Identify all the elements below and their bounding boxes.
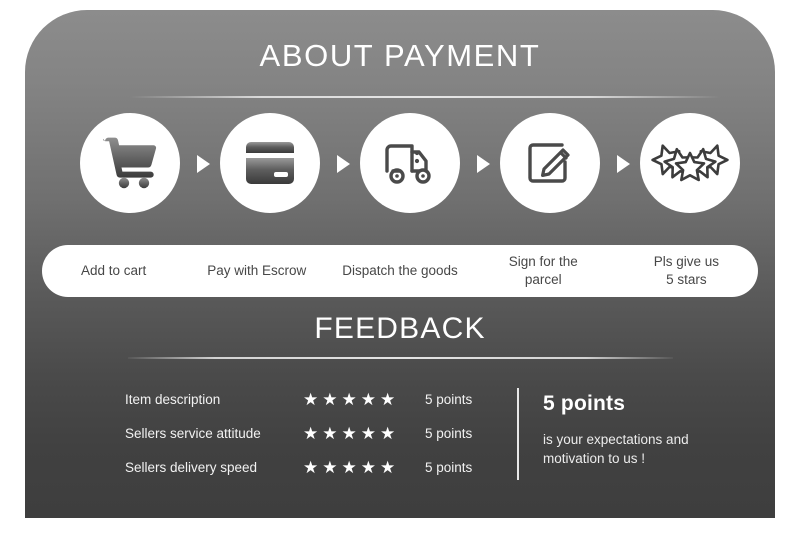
feedback-title: FEEDBACK [314, 312, 486, 345]
star-icon: ★ [303, 423, 319, 443]
star-icon: ★ [341, 389, 357, 409]
rating-stars: ★ ★ ★ ★ ★ [303, 425, 425, 442]
step-circle-sign-parcel[interactable] [500, 113, 600, 213]
feedback-vertical-divider [517, 388, 519, 480]
step-label-pay-with-escrow: Pay with Escrow [207, 263, 307, 278]
step-circle-add-to-cart[interactable] [80, 113, 180, 213]
feedback-summary: 5 points is your expectations and motiva… [543, 392, 753, 468]
about-payment-banner: ABOUT PAYMENT Add to cart Pay with Escro… [25, 10, 775, 518]
step-label-add-to-cart: Add to cart [80, 263, 147, 278]
step-circle-pay-with-escrow[interactable] [220, 113, 320, 213]
star-icon: ★ [380, 423, 396, 443]
shopping-cart-icon [103, 137, 157, 189]
step-arrow-2-icon [337, 155, 350, 173]
rating-points: 5 points [425, 425, 473, 441]
star-icon: ★ [303, 389, 319, 409]
star-icon: ★ [380, 457, 396, 477]
rating-row: Sellers delivery speed ★ ★ ★ ★ ★ 5 point… [125, 450, 485, 484]
star-icon: ★ [303, 457, 319, 477]
sign-document-icon [525, 138, 575, 188]
feedback-ratings-list: Item description ★ ★ ★ ★ ★ 5 points Sell… [125, 382, 485, 484]
summary-body: is your expectations and motivation to u… [543, 432, 689, 466]
about-payment-title: ABOUT PAYMENT [259, 38, 541, 73]
star-icon: ★ [360, 457, 376, 477]
rating-points: 5 points [425, 459, 473, 475]
star-icon: ★ [360, 389, 376, 409]
rating-stars: ★ ★ ★ ★ ★ [303, 459, 425, 476]
star-icon: ★ [322, 423, 338, 443]
rating-label: Item description [125, 391, 221, 407]
step-label-give-5-stars: Pls give us 5 stars [653, 254, 720, 287]
step-arrow-4-icon [617, 155, 630, 173]
feedback-divider [128, 357, 673, 359]
step-label-dispatch-goods: Dispatch the goods [342, 263, 458, 278]
step-circle-give-5-stars[interactable] [640, 113, 740, 213]
rating-label: Sellers service attitude [125, 425, 261, 441]
step-arrow-1-icon [197, 155, 210, 173]
delivery-truck-icon [381, 140, 439, 186]
summary-heading: 5 points [543, 392, 626, 415]
title-divider [130, 96, 720, 98]
step-arrow-3-icon [477, 155, 490, 173]
payment-steps [25, 113, 775, 213]
credit-card-icon [242, 141, 298, 185]
rating-points: 5 points [425, 391, 473, 407]
rating-row: Sellers service attitude ★ ★ ★ ★ ★ 5 poi… [125, 416, 485, 450]
star-icon: ★ [322, 457, 338, 477]
rating-row: Item description ★ ★ ★ ★ ★ 5 points [125, 382, 485, 416]
star-icon: ★ [360, 423, 376, 443]
star-icon: ★ [322, 389, 338, 409]
step-labels-bar: Add to cart Pay with Escrow Dispatch the… [42, 245, 758, 297]
stars-icon [650, 137, 730, 189]
star-icon: ★ [380, 389, 396, 409]
step-circle-dispatch-goods[interactable] [360, 113, 460, 213]
rating-stars: ★ ★ ★ ★ ★ [303, 391, 425, 408]
star-icon: ★ [341, 423, 357, 443]
step-label-sign-parcel: Sign for the parcel [508, 254, 578, 287]
rating-label: Sellers delivery speed [125, 459, 258, 475]
star-icon: ★ [341, 457, 357, 477]
